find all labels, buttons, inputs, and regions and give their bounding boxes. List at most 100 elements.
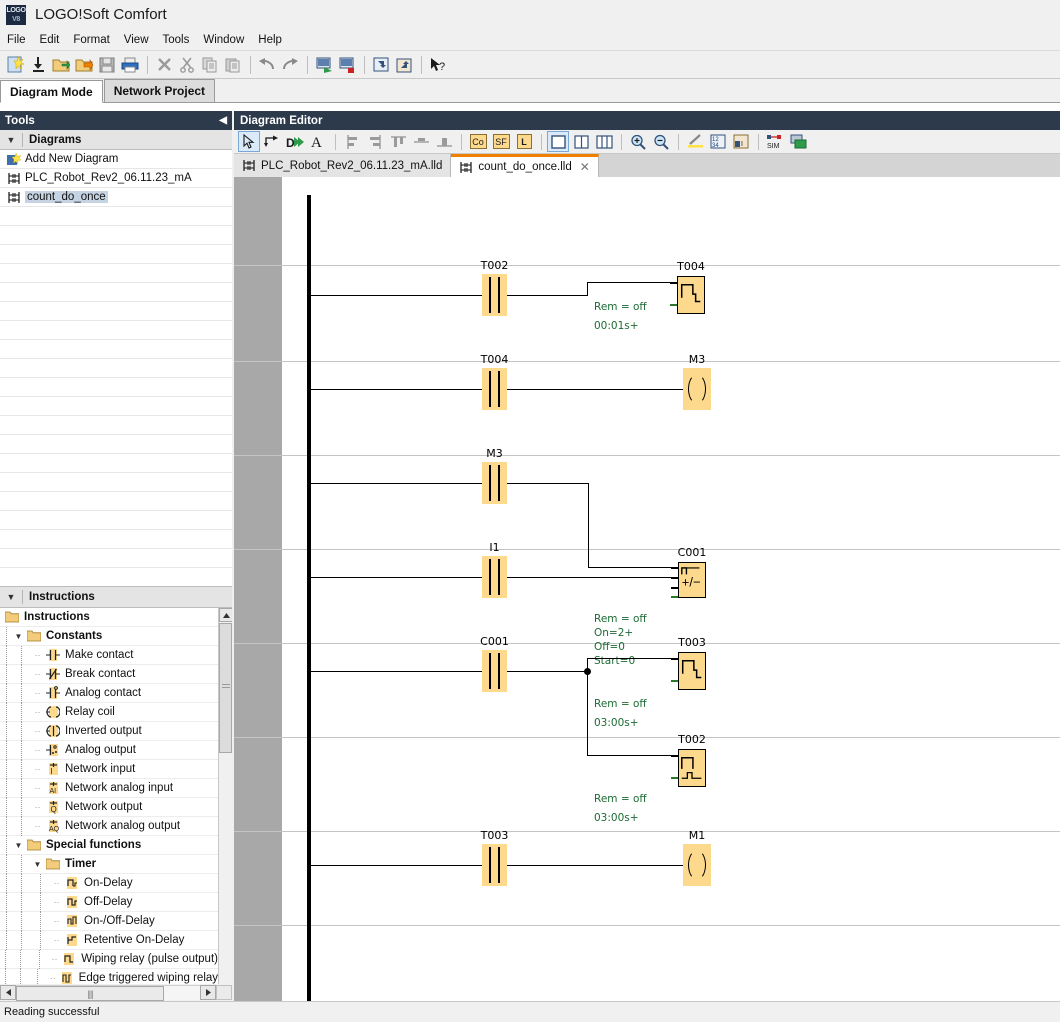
transfer-logo-to-pc-icon[interactable] [336, 54, 358, 76]
tree-item-off-delay[interactable]: ··Off-Delay [0, 893, 232, 912]
tree-item-constants[interactable]: ▼Constants [0, 627, 232, 646]
cut-icon[interactable] [176, 54, 198, 76]
doc-tab-plc-robot[interactable]: PLC_Robot_Rev2_06.11.23_mA.lld [234, 154, 451, 177]
scroll-up-button[interactable] [219, 608, 232, 622]
align-left-icon[interactable] [341, 131, 363, 152]
text-tool-icon[interactable]: A [307, 131, 329, 152]
menu-view[interactable]: View [117, 32, 156, 48]
canvas-surface[interactable]: T002 T004 Rem = off 00:01s+ T0 [282, 177, 1060, 1001]
tree-item-timer[interactable]: ▼Timer [0, 855, 232, 874]
tree-item-special-functions[interactable]: ▼Special functions [0, 836, 232, 855]
contact-t002[interactable]: T002 [482, 274, 507, 316]
diagram-item-count-do-once[interactable]: count_do_once [0, 188, 232, 207]
menu-window[interactable]: Window [196, 32, 251, 48]
open-recent-icon[interactable] [73, 54, 95, 76]
cut-connection-icon[interactable]: D [284, 131, 306, 152]
hscroll-thumb[interactable]: |||| [16, 986, 164, 1001]
scroll-right-button[interactable] [200, 985, 216, 1000]
tree-item-network-input[interactable]: ··INetwork input [0, 760, 232, 779]
menu-help[interactable]: Help [251, 32, 289, 48]
menu-file[interactable]: File [0, 32, 33, 48]
block-t004[interactable]: T004 [677, 276, 705, 314]
connect-tool-icon[interactable] [261, 131, 283, 152]
save-icon[interactable] [96, 54, 118, 76]
close-icon[interactable]: ✕ [580, 160, 590, 174]
contact-m3[interactable]: M3 [482, 462, 507, 504]
diagram-item-plc-robot[interactable]: PLC_Robot_Rev2_06.11.23_mA [0, 169, 232, 188]
collapse-left-arrow-icon[interactable]: ◀ [219, 115, 227, 126]
tree-item-inverted-output[interactable]: ··Inverted output [0, 722, 232, 741]
constants-co-icon[interactable]: Co [467, 131, 489, 152]
tree-horizontal-scrollbar[interactable]: |||| [0, 984, 232, 1001]
chevron-down-icon[interactable]: ▼ [0, 135, 22, 145]
help-pointer-icon[interactable]: ? [427, 54, 449, 76]
special-functions-sf-icon[interactable]: SF [490, 131, 512, 152]
block-c001[interactable]: C001 +/− [678, 562, 706, 598]
zoom-in-icon[interactable] [627, 131, 649, 152]
chevron-down-icon[interactable]: ▼ [0, 592, 22, 602]
import-icon[interactable] [27, 54, 49, 76]
doc-tab-count-do-once[interactable]: count_do_once.lld ✕ [451, 154, 598, 177]
tree-item-on-off-delay[interactable]: ··On-/Off-Delay [0, 912, 232, 931]
selection-tool-icon[interactable] [238, 131, 260, 152]
diagram-item-add-new[interactable]: Add New Diagram [0, 150, 232, 169]
coil-m3[interactable]: M3 [683, 368, 711, 410]
tree-item-on-delay[interactable]: ··On-Delay [0, 874, 232, 893]
highlighter-icon[interactable] [684, 131, 706, 152]
hscroll-track[interactable]: |||| [16, 985, 200, 1000]
view-split-three-icon[interactable] [593, 131, 615, 152]
diagrams-section-header[interactable]: ▼ Diagrams [0, 130, 232, 150]
chevron-down-icon[interactable]: ▼ [31, 860, 44, 869]
redo-icon[interactable] [279, 54, 301, 76]
online-test-icon[interactable] [787, 131, 809, 152]
paste-icon[interactable] [222, 54, 244, 76]
ladder-l-icon[interactable]: L [513, 131, 535, 152]
view-single-icon[interactable] [547, 131, 569, 152]
block-t003[interactable]: T003 [678, 652, 706, 690]
print-icon[interactable] [119, 54, 141, 76]
instructions-section-header[interactable]: ▼ Instructions [0, 587, 232, 608]
align-bottom-icon[interactable] [433, 131, 455, 152]
align-right-icon[interactable] [364, 131, 386, 152]
menu-edit[interactable]: Edit [33, 32, 67, 48]
scroll-thumb[interactable] [219, 623, 232, 753]
go-offline-icon[interactable] [370, 54, 392, 76]
chevron-down-icon[interactable]: ▼ [12, 632, 25, 641]
contact-i1[interactable]: I1 [482, 556, 507, 598]
contact-t003[interactable]: T003 [482, 844, 507, 886]
tree-item-retentive-on-delay[interactable]: ··Retentive On-Delay [0, 931, 232, 950]
renumber-icon[interactable]: 1234 [707, 131, 729, 152]
tree-item-analog-output[interactable]: ··Analog output [0, 741, 232, 760]
open-folder-icon[interactable] [50, 54, 72, 76]
tree-item-make-contact[interactable]: ··Make contact [0, 646, 232, 665]
view-split-two-icon[interactable] [570, 131, 592, 152]
tree-item-instructions[interactable]: Instructions [0, 608, 232, 627]
connector-names-icon[interactable]: I [730, 131, 752, 152]
go-online-icon[interactable] [393, 54, 415, 76]
tree-item-network-analog-input[interactable]: ··AINetwork analog input [0, 779, 232, 798]
copy-icon[interactable] [199, 54, 221, 76]
contact-t004[interactable]: T004 [482, 368, 507, 410]
tree-item-network-analog-output[interactable]: ··AQNetwork analog output [0, 817, 232, 836]
contact-c001[interactable]: C001 [482, 650, 507, 692]
align-middle-icon[interactable] [410, 131, 432, 152]
delete-icon[interactable] [153, 54, 175, 76]
transfer-pc-to-logo-icon[interactable] [313, 54, 335, 76]
align-top-icon[interactable] [387, 131, 409, 152]
menu-tools[interactable]: Tools [156, 32, 197, 48]
simulation-icon[interactable]: SIM [764, 131, 786, 152]
tree-item-break-contact[interactable]: ··Break contact [0, 665, 232, 684]
tree-item-relay-coil[interactable]: ··Relay coil [0, 703, 232, 722]
ladder-canvas[interactable]: T002 T004 Rem = off 00:01s+ T0 [234, 177, 1060, 1001]
tab-diagram-mode[interactable]: Diagram Mode [0, 80, 103, 103]
block-t002[interactable]: T002 [678, 749, 706, 787]
new-diagram-icon[interactable] [4, 54, 26, 76]
menu-format[interactable]: Format [66, 32, 116, 48]
tree-item-wiping-relay-pulse-output[interactable]: ··Wiping relay (pulse output) [0, 950, 232, 969]
tab-network-project[interactable]: Network Project [104, 79, 215, 102]
undo-icon[interactable] [256, 54, 278, 76]
tree-item-analog-contact[interactable]: ··Analog contact [0, 684, 232, 703]
coil-m1[interactable]: M1 [683, 844, 711, 886]
scroll-left-button[interactable] [0, 985, 16, 1000]
zoom-out-icon[interactable] [650, 131, 672, 152]
